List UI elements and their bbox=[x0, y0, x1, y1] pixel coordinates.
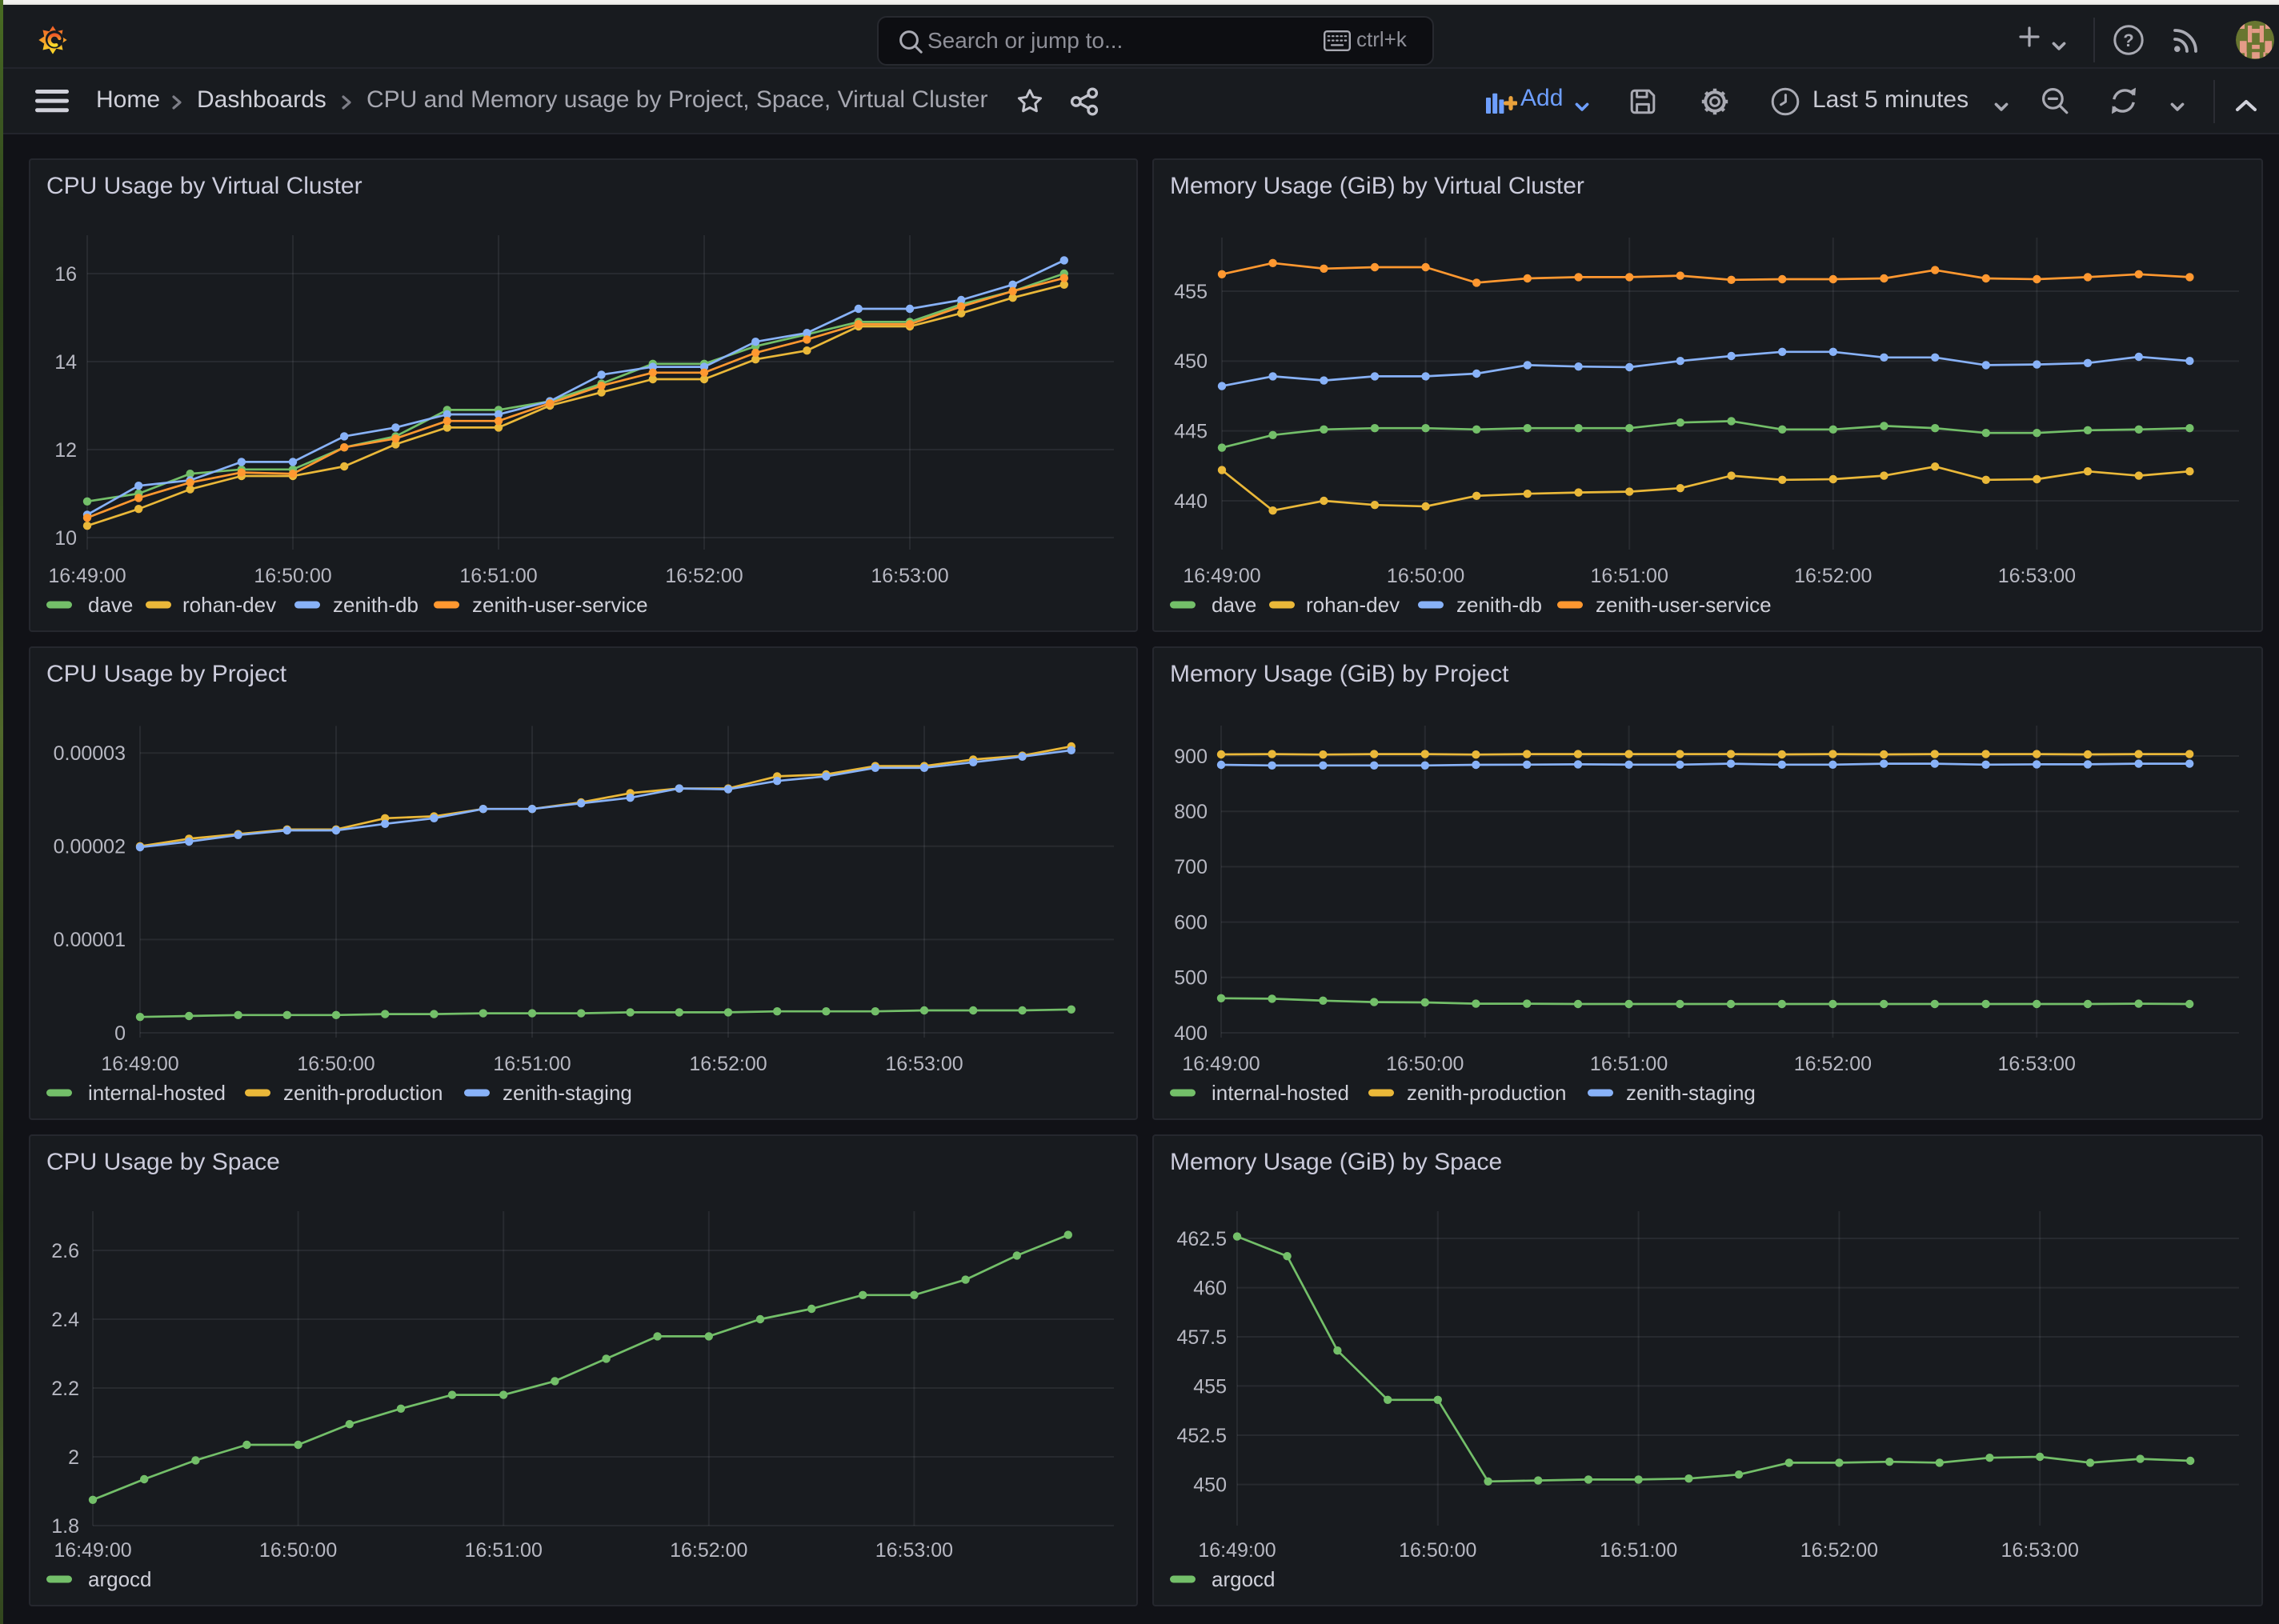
svg-text:0: 0 bbox=[114, 1022, 126, 1045]
svg-text:16:52:00: 16:52:00 bbox=[1794, 565, 1872, 587]
svg-text:16:53:00: 16:53:00 bbox=[871, 565, 948, 587]
svg-text:462.5: 462.5 bbox=[1176, 1227, 1227, 1250]
svg-text:?: ? bbox=[2123, 30, 2133, 50]
svg-text:rohan-dev: rohan-dev bbox=[1306, 593, 1400, 617]
svg-text:16:50:00: 16:50:00 bbox=[1399, 1538, 1476, 1561]
svg-text:16:49:00: 16:49:00 bbox=[1182, 1053, 1260, 1075]
svg-text:800: 800 bbox=[1174, 801, 1208, 823]
svg-text:0.00002: 0.00002 bbox=[54, 836, 126, 858]
svg-text:16:51:00: 16:51:00 bbox=[1590, 1053, 1668, 1075]
svg-text:zenith-staging: zenith-staging bbox=[503, 1081, 632, 1105]
svg-text:16:53:00: 16:53:00 bbox=[1998, 1053, 2076, 1075]
svg-text:10: 10 bbox=[54, 527, 77, 550]
svg-text:16:52:00: 16:52:00 bbox=[1794, 1053, 1872, 1075]
svg-text:16:50:00: 16:50:00 bbox=[1386, 1053, 1464, 1075]
svg-text:450: 450 bbox=[1193, 1473, 1227, 1495]
svg-text:452.5: 452.5 bbox=[1176, 1424, 1227, 1446]
svg-text:457.5: 457.5 bbox=[1176, 1326, 1227, 1348]
svg-text:450: 450 bbox=[1174, 350, 1208, 373]
svg-text:700: 700 bbox=[1174, 856, 1208, 878]
svg-text:16:53:00: 16:53:00 bbox=[875, 1538, 953, 1561]
svg-text:16:53:00: 16:53:00 bbox=[885, 1053, 963, 1075]
svg-text:internal-hosted: internal-hosted bbox=[1212, 1081, 1349, 1105]
svg-text:1.8: 1.8 bbox=[51, 1514, 79, 1537]
svg-text:16:51:00: 16:51:00 bbox=[465, 1538, 543, 1561]
svg-text:zenith-production: zenith-production bbox=[283, 1081, 443, 1105]
svg-text:CPU Usage by Project: CPU Usage by Project bbox=[46, 661, 287, 687]
svg-text:16:53:00: 16:53:00 bbox=[1998, 565, 2076, 587]
svg-text:455: 455 bbox=[1174, 281, 1208, 303]
svg-text:900: 900 bbox=[1174, 746, 1208, 768]
svg-text:CPU Usage by Space: CPU Usage by Space bbox=[46, 1148, 280, 1174]
svg-text:2.4: 2.4 bbox=[51, 1308, 79, 1330]
svg-text:2: 2 bbox=[68, 1446, 79, 1468]
svg-text:16:50:00: 16:50:00 bbox=[1387, 565, 1464, 587]
svg-text:400: 400 bbox=[1174, 1022, 1208, 1045]
svg-text:16: 16 bbox=[54, 263, 77, 286]
svg-text:Memory Usage (GiB) by Virtual: Memory Usage (GiB) by Virtual Cluster bbox=[1170, 173, 1584, 199]
svg-text:500: 500 bbox=[1174, 967, 1208, 990]
svg-text:zenith-user-service: zenith-user-service bbox=[1596, 593, 1772, 617]
svg-text:16:50:00: 16:50:00 bbox=[254, 565, 331, 587]
svg-text:argocd: argocd bbox=[88, 1566, 152, 1590]
svg-text:2.6: 2.6 bbox=[51, 1239, 79, 1262]
svg-text:16:49:00: 16:49:00 bbox=[54, 1538, 131, 1561]
svg-text:16:49:00: 16:49:00 bbox=[1183, 565, 1260, 587]
svg-text:16:52:00: 16:52:00 bbox=[689, 1053, 767, 1075]
svg-text:dave: dave bbox=[1212, 593, 1256, 617]
svg-text:zenith-staging: zenith-staging bbox=[1626, 1081, 1756, 1105]
svg-text:0.00001: 0.00001 bbox=[54, 929, 126, 951]
svg-text:zenith-production: zenith-production bbox=[1407, 1081, 1566, 1105]
svg-text:argocd: argocd bbox=[1212, 1566, 1276, 1590]
svg-text:445: 445 bbox=[1174, 420, 1208, 442]
svg-text:Memory Usage (GiB) by Space: Memory Usage (GiB) by Space bbox=[1170, 1148, 1502, 1174]
svg-text:16:51:00: 16:51:00 bbox=[1600, 1538, 1677, 1561]
svg-text:Memory Usage (GiB) by Project: Memory Usage (GiB) by Project bbox=[1170, 661, 1509, 687]
svg-text:rohan-dev: rohan-dev bbox=[182, 593, 276, 617]
svg-text:455: 455 bbox=[1193, 1374, 1227, 1397]
svg-text:CPU Usage by Virtual Cluster: CPU Usage by Virtual Cluster bbox=[46, 173, 362, 199]
svg-text:zenith-db: zenith-db bbox=[1456, 593, 1542, 617]
svg-text:16:52:00: 16:52:00 bbox=[665, 565, 743, 587]
svg-text:16:50:00: 16:50:00 bbox=[297, 1053, 374, 1075]
svg-text:16:51:00: 16:51:00 bbox=[1591, 565, 1668, 587]
svg-text:zenith-db: zenith-db bbox=[333, 593, 419, 617]
svg-text:zenith-user-service: zenith-user-service bbox=[472, 593, 648, 617]
svg-text:2.2: 2.2 bbox=[51, 1377, 79, 1399]
svg-text:16:53:00: 16:53:00 bbox=[2001, 1538, 2079, 1561]
svg-text:440: 440 bbox=[1174, 490, 1208, 513]
svg-text:12: 12 bbox=[54, 439, 77, 462]
svg-text:0.00003: 0.00003 bbox=[54, 742, 126, 765]
svg-text:16:51:00: 16:51:00 bbox=[493, 1053, 571, 1075]
svg-text:16:50:00: 16:50:00 bbox=[259, 1538, 337, 1561]
svg-text:dave: dave bbox=[88, 593, 133, 617]
svg-text:14: 14 bbox=[54, 351, 77, 374]
svg-text:16:49:00: 16:49:00 bbox=[1198, 1538, 1276, 1561]
svg-text:16:49:00: 16:49:00 bbox=[101, 1053, 178, 1075]
svg-text:internal-hosted: internal-hosted bbox=[88, 1081, 226, 1105]
svg-text:16:52:00: 16:52:00 bbox=[670, 1538, 747, 1561]
svg-text:16:51:00: 16:51:00 bbox=[459, 565, 537, 587]
svg-text:16:49:00: 16:49:00 bbox=[48, 565, 126, 587]
svg-text:600: 600 bbox=[1174, 911, 1208, 934]
svg-text:16:52:00: 16:52:00 bbox=[1800, 1538, 1878, 1561]
svg-text:460: 460 bbox=[1193, 1276, 1227, 1298]
